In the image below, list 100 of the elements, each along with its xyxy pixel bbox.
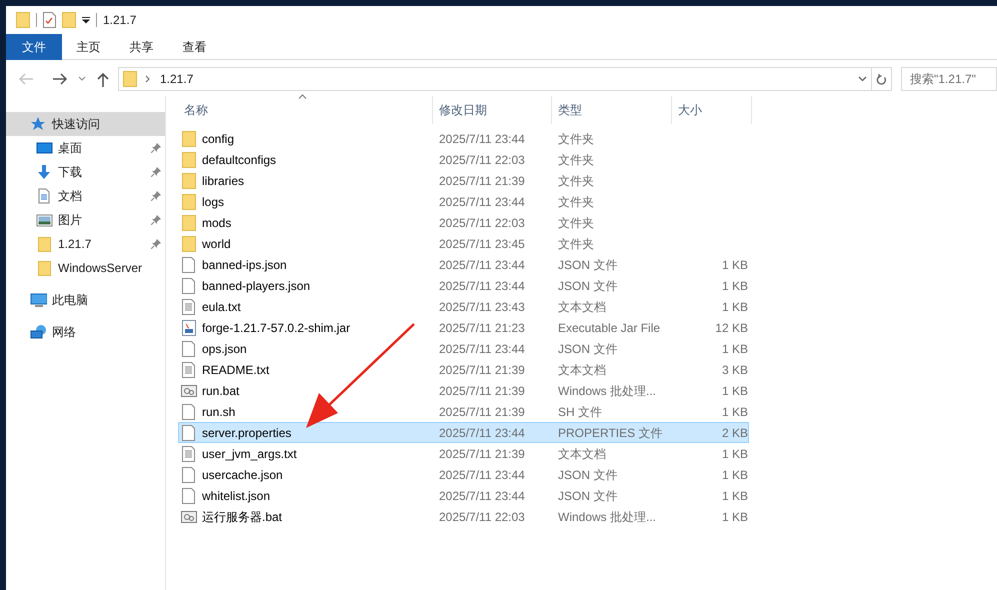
file-name: server.properties: [202, 424, 292, 442]
file-name: world: [202, 236, 231, 252]
file-row[interactable]: run.sh 2025/7/11 21:39 SH 文件 1 KB: [178, 401, 749, 422]
file-icon: [181, 404, 197, 420]
modified-date: 2025/7/11 23:44: [439, 258, 525, 272]
modified-date: 2025/7/11 21:39: [439, 174, 525, 188]
path-text: 1.21.7: [160, 71, 194, 88]
file-type: JSON 文件: [558, 278, 618, 292]
pin-icon[interactable]: [151, 167, 161, 177]
file-type: 文件夹: [558, 216, 594, 230]
file-size: 3 KB: [722, 362, 748, 376]
modified-date: 2025/7/11 22:03: [439, 152, 525, 166]
file-size: 1 KB: [722, 446, 748, 460]
folder-icon: [123, 71, 137, 87]
file-icon: [181, 488, 197, 504]
refresh-icon[interactable]: [876, 72, 887, 86]
file-name: README.txt: [202, 362, 270, 378]
file-icon: [181, 256, 197, 272]
sidebar-item[interactable]: 此电脑: [6, 288, 165, 312]
up-arrow-icon[interactable]: [96, 72, 110, 86]
column-header[interactable]: 大小: [672, 96, 752, 124]
file-row[interactable]: defaultconfigs 2025/7/11 22:03 文件夹: [178, 149, 749, 170]
properties-icon[interactable]: [43, 12, 56, 28]
file-type: 文件夹: [558, 236, 594, 250]
ribbon-tab[interactable]: 文件: [6, 34, 62, 60]
modified-date: 2025/7/11 23:44: [439, 278, 525, 292]
search-field[interactable]: 搜索"1.21.7": [901, 67, 997, 91]
pin-icon[interactable]: [151, 215, 161, 225]
file-row[interactable]: world 2025/7/11 23:45 文件夹: [178, 233, 749, 254]
pin-icon[interactable]: [151, 143, 161, 153]
sidebar-item[interactable]: 网络: [6, 320, 165, 344]
ribbon-tab[interactable]: 查看: [168, 34, 221, 60]
jar-file-icon: [181, 320, 197, 336]
modified-date: 2025/7/11 23:44: [439, 426, 525, 440]
file-type: JSON 文件: [558, 258, 618, 272]
column-header[interactable]: 名称: [178, 96, 433, 124]
sidebar-item[interactable]: 下载: [6, 160, 165, 184]
sort-ascending-icon: [298, 94, 307, 99]
folder-icon: [181, 172, 197, 188]
file-name: libraries: [202, 172, 244, 190]
file-size: 2 KB: [722, 426, 748, 440]
modified-date: 2025/7/11 22:03: [439, 510, 525, 524]
sidebar-item[interactable]: 快速访问: [6, 112, 165, 136]
file-type: 文本文档: [558, 362, 606, 376]
forward-icon[interactable]: [52, 72, 68, 86]
address-bar[interactable]: 1.21.7: [118, 67, 892, 91]
file-name: user_jvm_args.txt: [202, 446, 297, 462]
file-size: 1 KB: [722, 510, 748, 524]
star-icon: [30, 116, 47, 132]
file-type: Executable Jar File: [558, 320, 660, 334]
ribbon-tab[interactable]: 共享: [115, 34, 168, 60]
file-row[interactable]: forge-1.21.7-57.0.2-shim.jar 2025/7/11 21:23 Executable Jar File 12 KB: [178, 317, 749, 338]
folder-icon: [181, 236, 197, 252]
file-row[interactable]: ops.json 2025/7/11 23:44 JSON 文件 1 KB: [178, 338, 749, 359]
file-row[interactable]: banned-players.json 2025/7/11 23:44 JSON 文件 1 KB: [178, 275, 749, 296]
sidebar-item[interactable]: 文档: [6, 184, 165, 208]
file-row[interactable]: libraries 2025/7/11 21:39 文件夹: [178, 170, 749, 191]
file-row[interactable]: config 2025/7/11 23:44 文件夹: [178, 128, 749, 149]
sidebar-item[interactable]: WindowsServer: [6, 256, 165, 280]
text-file-icon: [181, 446, 197, 462]
file-type: Windows 批处理...: [558, 510, 656, 524]
file-row[interactable]: server.properties 2025/7/11 23:44 PROPERTIES 文件 2 KB: [178, 422, 749, 443]
ribbon-tab[interactable]: 主页: [62, 34, 115, 60]
file-type: 文件夹: [558, 132, 594, 146]
file-row[interactable]: banned-ips.json 2025/7/11 23:44 JSON 文件 1 KB: [178, 254, 749, 275]
file-name: run.sh: [202, 404, 236, 420]
file-row[interactable]: user_jvm_args.txt 2025/7/11 21:39 文本文档 1 KB: [178, 443, 749, 464]
file-row[interactable]: usercache.json 2025/7/11 23:44 JSON 文件 1 KB: [178, 464, 749, 485]
file-type: 文件夹: [558, 194, 594, 208]
folder-icon: [181, 214, 197, 230]
file-name: forge-1.21.7-57.0.2-shim.jar: [202, 320, 350, 336]
column-header[interactable]: 修改日期: [433, 96, 552, 124]
column-header[interactable]: 类型: [552, 96, 672, 124]
file-icon: [181, 466, 197, 482]
sidebar-item[interactable]: 1.21.7: [6, 232, 165, 256]
file-row[interactable]: README.txt 2025/7/11 21:39 文本文档 3 KB: [178, 359, 749, 380]
file-size: 1 KB: [722, 404, 748, 418]
file-row[interactable]: logs 2025/7/11 23:44 文件夹: [178, 191, 749, 212]
file-type: Windows 批处理...: [558, 384, 656, 398]
file-row[interactable]: mods 2025/7/11 22:03 文件夹: [178, 212, 749, 233]
file-row[interactable]: 运行服务器.bat 2025/7/11 22:03 Windows 批处理... 1 KB: [178, 506, 749, 527]
file-row[interactable]: run.bat 2025/7/11 21:39 Windows 批处理... 1 KB: [178, 380, 749, 401]
file-row[interactable]: whitelist.json 2025/7/11 23:44 JSON 文件 1 KB: [178, 485, 749, 506]
file-name: 运行服务器.bat: [202, 508, 282, 526]
pin-icon[interactable]: [151, 239, 161, 249]
file-row[interactable]: eula.txt 2025/7/11 23:43 文本文档 1 KB: [178, 296, 749, 317]
file-name: whitelist.json: [202, 488, 270, 504]
file-size: 1 KB: [722, 488, 748, 502]
modified-date: 2025/7/11 23:44: [439, 194, 525, 208]
pin-icon[interactable]: [151, 191, 161, 201]
modified-date: 2025/7/11 23:43: [439, 300, 525, 314]
chevron-down-icon[interactable]: [78, 76, 86, 82]
sidebar-item[interactable]: 图片: [6, 208, 165, 232]
dropdown-icon[interactable]: [82, 16, 90, 24]
modified-date: 2025/7/11 23:45: [439, 236, 525, 250]
desktop-icon: [36, 140, 53, 156]
modified-date: 2025/7/11 23:44: [439, 132, 525, 146]
sidebar-item[interactable]: 桌面: [6, 136, 165, 160]
back-icon[interactable]: [18, 72, 34, 86]
chevron-down-icon[interactable]: [858, 76, 867, 82]
